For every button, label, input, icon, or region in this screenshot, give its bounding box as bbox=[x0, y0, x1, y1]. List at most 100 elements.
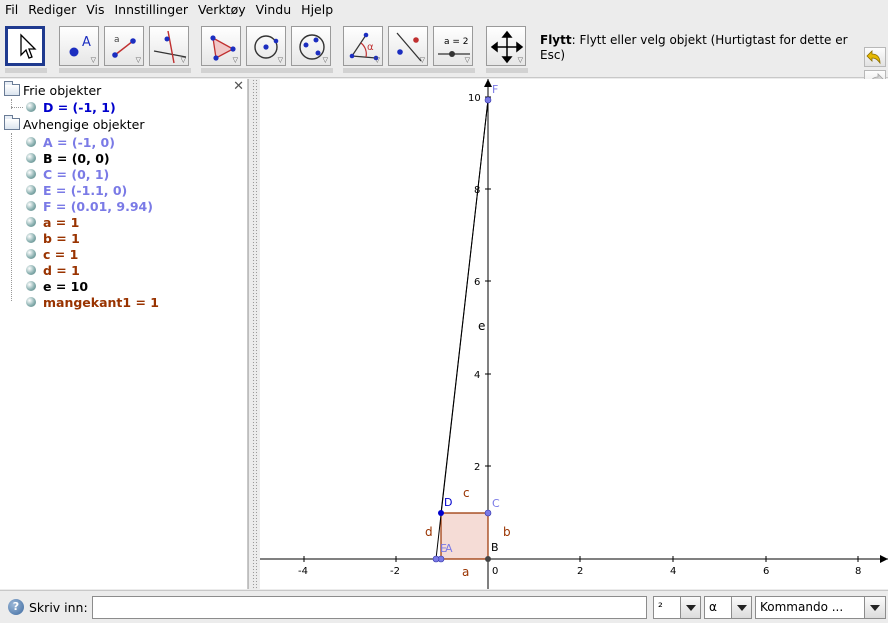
object-label: E = (-1.1, 0) bbox=[43, 182, 128, 198]
point-label-f: F bbox=[492, 83, 498, 96]
object-label: D = (-1, 1) bbox=[43, 99, 116, 115]
list-item[interactable]: a = 1 bbox=[26, 214, 79, 230]
y-axis-arrow bbox=[484, 79, 492, 87]
x-tick-label: -4 bbox=[298, 566, 308, 577]
close-icon[interactable]: ✕ bbox=[233, 79, 244, 94]
visibility-toggle-icon[interactable] bbox=[26, 169, 36, 179]
x-axis-arrow bbox=[880, 555, 888, 563]
polygon-tool-button[interactable]: ▽ bbox=[201, 26, 241, 66]
menu-vis[interactable]: Vis bbox=[81, 0, 109, 20]
tree-connector bbox=[11, 133, 12, 301]
point-d[interactable] bbox=[438, 510, 444, 516]
menu-rediger[interactable]: Rediger bbox=[23, 0, 81, 20]
visibility-toggle-icon[interactable] bbox=[26, 102, 36, 112]
segment-tool-button[interactable]: a ▽ bbox=[104, 26, 144, 66]
list-item[interactable]: mangekant1 = 1 bbox=[26, 294, 159, 310]
angle-tool-button[interactable]: α ▽ bbox=[343, 26, 383, 66]
menu-innstillinger[interactable]: Innstillinger bbox=[110, 0, 194, 20]
segment-label-c: c bbox=[463, 486, 470, 500]
input-label: Skriv inn: bbox=[29, 600, 88, 615]
splitter-grip[interactable] bbox=[252, 79, 257, 589]
visibility-toggle-icon[interactable] bbox=[26, 249, 36, 259]
superscript-select[interactable]: ² bbox=[653, 596, 681, 619]
ellipse-tool-button[interactable]: ▽ bbox=[291, 26, 331, 66]
chevron-down-icon[interactable] bbox=[680, 596, 701, 619]
object-label: A = (-1, 0) bbox=[43, 134, 115, 150]
menu-bar: Fil Rediger Vis Innstillinger Verktøy Vi… bbox=[0, 0, 888, 20]
list-item[interactable]: d = 1 bbox=[26, 262, 80, 278]
toolbar-shadow bbox=[59, 68, 191, 73]
visibility-toggle-icon[interactable] bbox=[26, 265, 36, 275]
perpendicular-line-tool-button[interactable]: ▽ bbox=[149, 26, 189, 66]
visibility-toggle-icon[interactable] bbox=[26, 281, 36, 291]
x-tick-label: 4 bbox=[670, 566, 676, 577]
list-item[interactable]: B = (0, 0) bbox=[26, 150, 110, 166]
object-label: e = 10 bbox=[43, 278, 89, 294]
visibility-toggle-icon[interactable] bbox=[26, 185, 36, 195]
visibility-toggle-icon[interactable] bbox=[26, 233, 36, 243]
view-splitter[interactable] bbox=[248, 79, 260, 589]
y-tick-label: 4 bbox=[474, 370, 480, 381]
point-tool-button[interactable]: A ▽ bbox=[59, 26, 99, 66]
segment-label-d: d bbox=[425, 525, 433, 539]
command-select[interactable]: Kommando ... bbox=[755, 596, 865, 619]
tree-connector bbox=[11, 107, 23, 108]
visibility-toggle-icon[interactable] bbox=[26, 201, 36, 211]
list-item[interactable]: b = 1 bbox=[26, 230, 80, 246]
menu-vindu[interactable]: Vindu bbox=[251, 0, 297, 20]
visibility-toggle-icon[interactable] bbox=[26, 217, 36, 227]
point-c[interactable] bbox=[484, 509, 492, 517]
reflect-tool-button[interactable]: ▽ bbox=[388, 26, 428, 66]
menu-verktoy[interactable]: Verktøy bbox=[193, 0, 251, 20]
segment-label-a: a bbox=[462, 565, 469, 579]
point-b[interactable] bbox=[485, 556, 491, 562]
x-tick-label: 6 bbox=[763, 566, 769, 577]
list-item[interactable]: D = (-1, 1) bbox=[26, 99, 116, 115]
point-f[interactable] bbox=[484, 96, 492, 104]
undo-button[interactable] bbox=[864, 47, 886, 67]
y-tick-label: 10 bbox=[468, 93, 481, 104]
command-input[interactable] bbox=[92, 596, 647, 619]
list-item[interactable]: e = 10 bbox=[26, 278, 88, 294]
point-label-e: E bbox=[440, 542, 447, 555]
point-label-d: D bbox=[444, 496, 452, 509]
object-label: a = 1 bbox=[43, 214, 80, 230]
slider-tool-button[interactable]: a = 2 ▽ bbox=[433, 26, 473, 66]
menu-hjelp[interactable]: Hjelp bbox=[296, 0, 338, 20]
folder-free-objects[interactable]: Frie objekter bbox=[4, 81, 101, 98]
x-tick-label: 2 bbox=[577, 566, 583, 577]
menu-fil[interactable]: Fil bbox=[0, 0, 23, 20]
visibility-toggle-icon[interactable] bbox=[26, 297, 36, 307]
circle-tool-button[interactable]: ▽ bbox=[246, 26, 286, 66]
symbol-select[interactable]: α bbox=[704, 596, 732, 619]
point-e[interactable] bbox=[432, 555, 440, 563]
folder-label: Avhengige objekter bbox=[23, 116, 145, 132]
chevron-down-icon[interactable] bbox=[731, 596, 752, 619]
list-item[interactable]: A = (-1, 0) bbox=[26, 134, 115, 150]
segment-label-e: e bbox=[478, 319, 485, 333]
x-tick-label: 8 bbox=[855, 566, 861, 577]
segment-label-b: b bbox=[503, 525, 511, 539]
visibility-toggle-icon[interactable] bbox=[26, 153, 36, 163]
svg-text:a = 2: a = 2 bbox=[444, 37, 469, 47]
y-tick-label: 6 bbox=[474, 277, 480, 288]
object-label: mangekant1 = 1 bbox=[43, 294, 159, 310]
undo-icon bbox=[866, 50, 881, 65]
input-bar: ? Skriv inn: ² α Kommando ... bbox=[0, 590, 888, 623]
chevron-down-icon[interactable] bbox=[864, 596, 886, 619]
list-item[interactable]: E = (-1.1, 0) bbox=[26, 182, 127, 198]
folder-dependent-objects[interactable]: Avhengige objekter bbox=[4, 115, 145, 132]
point-label-b: B bbox=[491, 541, 499, 554]
move-graphics-tool-button[interactable]: ▽ bbox=[486, 26, 526, 66]
graphics-view[interactable]: -4 -2 0 2 4 6 8 2 4 6 8 10 0 bbox=[260, 79, 888, 589]
y-tick-label: 2 bbox=[474, 462, 480, 473]
list-item[interactable]: F = (0.01, 9.94) bbox=[26, 198, 153, 214]
segment-df[interactable] bbox=[440, 99, 489, 514]
help-icon[interactable]: ? bbox=[8, 599, 24, 615]
list-item[interactable]: c = 1 bbox=[26, 246, 78, 262]
visibility-toggle-icon[interactable] bbox=[26, 137, 36, 147]
list-item[interactable]: C = (0, 1) bbox=[26, 166, 109, 182]
svg-text:α: α bbox=[367, 42, 374, 53]
move-tool-button[interactable] bbox=[5, 26, 45, 66]
graphics-canvas[interactable]: -4 -2 0 2 4 6 8 2 4 6 8 10 0 bbox=[260, 79, 888, 589]
